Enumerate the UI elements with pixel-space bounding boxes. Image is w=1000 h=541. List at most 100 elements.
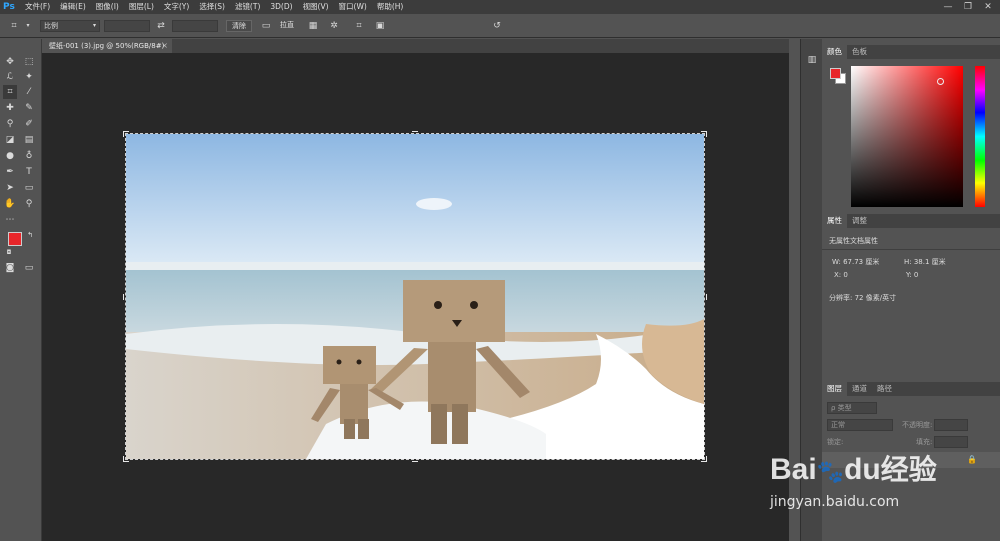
doc-y: Y: 0 (906, 271, 919, 279)
swap-icon[interactable]: ⇄ (155, 19, 167, 33)
menu-type[interactable]: 文字(Y) (159, 0, 194, 14)
menu-view[interactable]: 视图(V) (298, 0, 334, 14)
watermark-brand-b: du (844, 453, 881, 486)
color-panel-tabs: 颜色 色板 (822, 45, 1000, 59)
healing-brush-icon[interactable]: ✚ (3, 101, 17, 115)
watermark-brand-a: Bai (770, 453, 817, 486)
paw-icon: 🐾 (816, 459, 845, 484)
crop-handle-bottom[interactable] (412, 456, 418, 462)
ratio-label: 比例 (44, 22, 58, 30)
reset-icon[interactable]: ↺ (491, 19, 503, 33)
chevron-down-icon[interactable]: ▾ (22, 19, 34, 33)
ratio-select[interactable]: 比例 ▾ (40, 20, 100, 32)
watermark-url: jingyan.baidu.com (770, 494, 900, 510)
menu-filter[interactable]: 滤镜(T) (230, 0, 265, 14)
crop-handle-top-left[interactable] (123, 131, 129, 137)
tab-layers[interactable]: 图层 (822, 382, 847, 396)
document-title: 壁纸-001 (3).jpg @ 50%(RGB/8#) (49, 42, 165, 50)
chevron-down-icon: ▾ (92, 22, 96, 29)
grid-overlay-icon[interactable]: ▦ (307, 19, 319, 33)
hue-slider[interactable] (975, 66, 985, 207)
close-window-button[interactable]: ✕ (978, 0, 998, 14)
menu-select[interactable]: 选择(S) (194, 0, 230, 14)
panel-foreground-swatch[interactable] (830, 68, 841, 79)
minimize-button[interactable]: — (938, 0, 958, 14)
swap-colors-icon[interactable]: ↰ (23, 228, 37, 242)
menu-help[interactable]: 帮助(H) (372, 0, 409, 14)
restore-button[interactable]: ❐ (958, 0, 978, 14)
tab-properties[interactable]: 属性 (822, 214, 847, 228)
tools-panel: ✥ ⬚ ℒ ✦ ⌗ ⁄ ✚ ✎ ⚲ ✐ ◪ ▤ ● ♁ ✒ T ➤ ▭ ✋ ⚲ … (0, 39, 42, 541)
menu-3d[interactable]: 3D(D) (265, 0, 297, 14)
crop-handle-bottom-right[interactable] (701, 456, 707, 462)
color-picker-field[interactable] (851, 66, 963, 207)
document-tabbar: 壁纸-001 (3).jpg @ 50%(RGB/8#) × (42, 39, 789, 53)
pen-tool-icon[interactable]: ✒ (3, 165, 17, 179)
crop-handle-top[interactable] (412, 131, 418, 137)
magic-wand-icon[interactable]: ✦ (22, 70, 36, 84)
menu-edit[interactable]: 编辑(E) (55, 0, 91, 14)
content-aware-icon[interactable]: ▣ (374, 19, 386, 33)
screen-mode-icon[interactable]: ▭ (22, 261, 36, 275)
rectangle-tool-icon[interactable]: ▭ (22, 181, 36, 195)
menu-image[interactable]: 图像(I) (91, 0, 124, 14)
clone-stamp-icon[interactable]: ⚲ (3, 117, 17, 131)
type-tool-icon[interactable]: T (22, 165, 36, 179)
crop-handle-left[interactable] (123, 294, 129, 300)
crop-tool-icon[interactable]: ⌗ (8, 19, 20, 33)
doc-resolution: 分辨率: 72 像素/英寸 (829, 294, 897, 302)
straighten-button[interactable]: 拉直 (275, 20, 299, 32)
baidu-watermark: Bai🐾du经验 jingyan.baidu.com (770, 438, 990, 528)
app-logo: Ps (3, 2, 15, 12)
move-tool-icon[interactable]: ✥ (3, 55, 17, 69)
ratio-height-input[interactable] (172, 20, 218, 32)
crop-handle-bottom-left[interactable] (123, 456, 129, 462)
tab-color[interactable]: 颜色 (822, 45, 847, 59)
history-panel-icon[interactable]: ▥ (805, 53, 819, 67)
doc-x: X: 0 (834, 271, 848, 279)
eyedropper-icon[interactable]: ⁄ (22, 85, 36, 99)
watermark-brand-cn: 经验 (880, 454, 937, 485)
document-tab[interactable]: 壁纸-001 (3).jpg @ 50%(RGB/8#) × (42, 39, 172, 53)
properties-panel-tabs: 属性 调整 (822, 214, 1000, 228)
close-icon[interactable]: × (161, 39, 168, 53)
crop-tool-icon[interactable]: ⌗ (3, 85, 17, 99)
gear-icon[interactable]: ✲ (328, 19, 340, 33)
hand-tool-icon[interactable]: ✋ (3, 197, 17, 211)
gradient-icon[interactable]: ▤ (22, 133, 36, 147)
more-tools-icon[interactable]: ⋯ (3, 213, 17, 227)
default-colors-icon[interactable]: ◘ (2, 246, 16, 260)
lasso-tool-icon[interactable]: ℒ (3, 70, 17, 84)
clear-button[interactable]: 清除 (226, 20, 252, 32)
ratio-width-input[interactable] (104, 20, 150, 32)
eraser-icon[interactable]: ◪ (3, 133, 17, 147)
crop-frame[interactable] (123, 131, 707, 462)
tab-swatches[interactable]: 色板 (847, 45, 872, 59)
opacity-input[interactable] (934, 419, 968, 431)
delete-cropped-icon[interactable]: ⌗ (353, 19, 365, 33)
tab-adjustments[interactable]: 调整 (847, 214, 872, 228)
blur-tool-icon[interactable]: ● (3, 149, 17, 163)
marquee-tool-icon[interactable]: ⬚ (22, 55, 36, 69)
brush-tool-icon[interactable]: ✎ (22, 101, 36, 115)
foreground-color-swatch[interactable] (8, 232, 22, 246)
opacity-label: 不透明度: (902, 421, 933, 429)
crop-handle-top-right[interactable] (701, 131, 707, 137)
blend-mode-select[interactable]: 正常 (827, 419, 893, 431)
divider (822, 249, 1000, 250)
layers-panel-tabs: 图层 通道 路径 (822, 382, 1000, 396)
color-picker-cursor[interactable] (937, 78, 944, 85)
tab-paths[interactable]: 路径 (872, 382, 897, 396)
history-brush-icon[interactable]: ✐ (22, 117, 36, 131)
zoom-tool-icon[interactable]: ⚲ (22, 197, 36, 211)
path-select-icon[interactable]: ➤ (3, 181, 17, 195)
straighten-icon[interactable]: ▭ (260, 19, 272, 33)
menu-layer[interactable]: 图层(L) (124, 0, 159, 14)
menu-file[interactable]: 文件(F) (20, 0, 55, 14)
layer-kind-filter[interactable]: ρ 类型 (827, 402, 877, 414)
menu-window[interactable]: 窗口(W) (334, 0, 372, 14)
quick-mask-icon[interactable]: ◙ (3, 261, 17, 275)
dodge-tool-icon[interactable]: ♁ (22, 149, 36, 163)
crop-handle-right[interactable] (701, 294, 707, 300)
tab-channels[interactable]: 通道 (847, 382, 872, 396)
